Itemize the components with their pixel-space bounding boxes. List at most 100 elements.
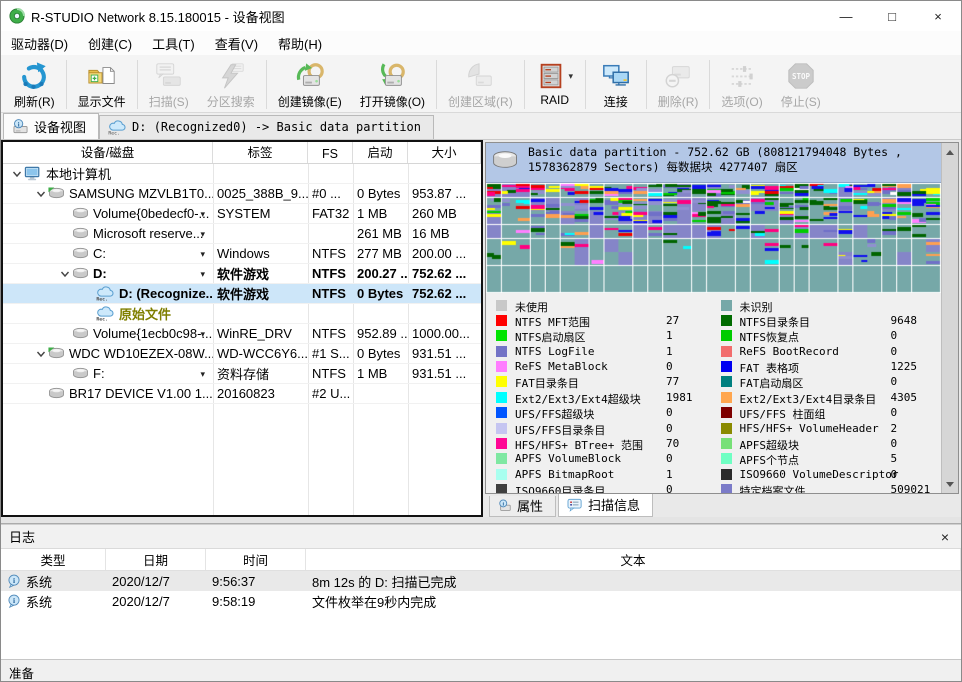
column-header-3[interactable]: 启动: [353, 142, 408, 163]
device-tree-row[interactable]: C:▾WindowsNTFS277 MB200.00 ...: [3, 244, 481, 264]
disk-green-icon: [48, 347, 65, 360]
minimize-icon[interactable]: —: [823, 1, 869, 31]
cell-size: [408, 304, 481, 323]
view-tab-0[interactable]: i设备视图: [3, 113, 99, 139]
expander[interactable]: [57, 269, 72, 279]
expander[interactable]: [33, 349, 48, 359]
toolbar-button-label: 停止(S): [781, 93, 821, 110]
device-tree-panel: ^设备/磁盘 标签 FS 启动大小 本地计算机SAMSUNG MZVLB1T0...0…: [1, 140, 483, 517]
row-dropdown-icon[interactable]: ▾: [200, 329, 205, 340]
device-tree-row[interactable]: Rec.D: (Recognize...软件游戏NTFS0 Bytes752.6…: [3, 284, 481, 304]
legend-count: 0: [666, 483, 673, 494]
device-tree-row[interactable]: D:▾软件游戏NTFS200.27 ...752.62 ...: [3, 264, 481, 284]
legend-count: 0: [891, 329, 898, 342]
row-dropdown-icon[interactable]: ▾: [200, 249, 205, 260]
cell-label: Windows: [213, 244, 308, 263]
rec-icon: Rec.: [96, 286, 115, 301]
maximize-icon[interactable]: □: [869, 1, 915, 31]
cell-boot: 0 Bytes: [353, 344, 408, 363]
scan-panel: Basic data partition - 752.62 GB (808121…: [485, 142, 959, 494]
device-table-header: ^设备/磁盘 标签 FS 启动大小: [3, 142, 481, 164]
horizontal-splitter[interactable]: [1, 517, 961, 524]
log-titlebar: 日志 ×: [1, 525, 961, 549]
close-icon[interactable]: ×: [915, 1, 961, 31]
toolbar-button-open-image[interactable]: 打开镜像(O): [351, 57, 434, 112]
view-tab-1[interactable]: Rec.D: (Recognized0) -> Basic data parti…: [99, 115, 434, 139]
device-tree-row[interactable]: Volume{0bedecf0-...▾SYSTEMFAT321 MB260 M…: [3, 204, 481, 224]
column-header-1[interactable]: 标签: [213, 142, 308, 163]
legend-item: APFS超级块0: [715, 436, 940, 451]
device-tree-row[interactable]: SAMSUNG MZVLB1T0...0025_388B_9...#0 ...0…: [3, 184, 481, 204]
device-tree-row[interactable]: BR17 DEVICE V1.00 1....20160823#2 U...: [3, 384, 481, 404]
device-tree-row[interactable]: F:▾资料存储NTFS1 MB931.51 ...: [3, 364, 481, 384]
log-column-header-2[interactable]: 时间: [206, 549, 306, 570]
legend-color-chip: [721, 438, 732, 449]
legend-color-chip: [496, 484, 507, 494]
scan-scrollbar[interactable]: [941, 143, 958, 493]
cell-fs: [308, 304, 353, 323]
row-dropdown-icon[interactable]: ▾: [200, 209, 205, 220]
cell-size: 16 MB: [408, 224, 481, 243]
scroll-down-icon[interactable]: [942, 476, 958, 492]
cell-boot: 1 MB: [353, 364, 408, 383]
create-image-icon: [295, 60, 325, 92]
column-header-2[interactable]: FS: [308, 142, 353, 163]
toolbar-button-refresh[interactable]: 刷新(R): [5, 57, 64, 112]
expander[interactable]: [33, 189, 48, 199]
options-icon: [727, 60, 757, 92]
legend-item: FAT启动扇区0: [715, 374, 940, 389]
toolbar-button-show-files[interactable]: 显示文件: [69, 57, 135, 112]
cell-boot: [353, 164, 408, 183]
legend-item: NTFS恢复点0: [715, 328, 940, 343]
row-dropdown-icon[interactable]: ▾: [200, 369, 205, 380]
scan-tab-1[interactable]: 扫描信息: [558, 494, 653, 517]
menu-item-0[interactable]: 驱动器(D): [1, 31, 78, 56]
legend-color-chip: [496, 376, 507, 387]
menu-item-1[interactable]: 创建(C): [78, 31, 142, 56]
device-tree-row[interactable]: 本地计算机: [3, 164, 481, 184]
cell-boot: 200.27 ...: [353, 264, 408, 283]
row-dropdown-icon[interactable]: ▾: [200, 229, 205, 240]
cell-fs: [308, 224, 353, 243]
legend-label: ISO9660目录条目: [515, 483, 605, 494]
log-row[interactable]: i系统2020/12/79:56:378m 12s 的 D: 扫描已完成: [1, 571, 961, 591]
toolbar-button-raid[interactable]: ▾RAID: [527, 57, 583, 112]
toolbar-button-create-image[interactable]: 创建镜像(E): [269, 57, 351, 112]
menu-item-4[interactable]: 帮助(H): [268, 31, 332, 56]
scroll-up-icon[interactable]: [942, 144, 958, 160]
legend-label: 特定档案文件: [740, 483, 806, 494]
disk-green-icon: [48, 187, 65, 200]
legend-count: 0: [891, 375, 898, 388]
device-tree-row[interactable]: Rec.原始文件: [3, 304, 481, 324]
device-tree-row[interactable]: WDC WD10EZEX-08W...WD-WCC6Y6...#1 S...0 …: [3, 344, 481, 364]
toolbar-button-create-region: 创建区域(R): [439, 57, 522, 112]
column-header-0[interactable]: ^设备/磁盘: [3, 142, 213, 163]
log-row[interactable]: i系统2020/12/79:58:19文件枚举在9秒内完成: [1, 591, 961, 611]
log-column-header-0[interactable]: 类型: [1, 549, 106, 570]
column-header-4[interactable]: 大小: [408, 142, 481, 163]
cell-fs: FAT32: [308, 204, 353, 223]
scan-block-map[interactable]: [486, 183, 941, 293]
toolbar-button-connect[interactable]: 连接: [588, 57, 644, 112]
scan-tab-0[interactable]: i属性: [489, 496, 556, 517]
log-panel: 日志 × 类型日期时间文本 i系统2020/12/79:56:378m 12s …: [1, 524, 961, 659]
column-header-label: FS: [322, 147, 338, 161]
rec-icon: Rec.: [108, 120, 127, 135]
log-close-icon[interactable]: ×: [937, 529, 953, 545]
legend-count: 0: [891, 345, 898, 358]
menu-item-2[interactable]: 工具(T): [142, 31, 205, 56]
raid-dropdown-icon[interactable]: ▾: [568, 71, 573, 82]
legend-count: 1: [666, 329, 673, 342]
device-tree-row[interactable]: Volume{1ecb0c98-...▾WinRE_DRVNTFS952.89 …: [3, 324, 481, 344]
column-header-label: 标签: [247, 142, 272, 161]
expander[interactable]: [9, 169, 24, 179]
cell-size: [408, 164, 481, 183]
log-column-header-3[interactable]: 文本: [306, 549, 961, 570]
cell-boot: 0 Bytes: [353, 184, 408, 203]
legend-count: 27: [666, 314, 679, 327]
row-dropdown-icon[interactable]: ▾: [200, 269, 205, 280]
menu-item-3[interactable]: 查看(V): [205, 31, 268, 56]
device-tree-row[interactable]: Microsoft reserve...▾261 MB16 MB: [3, 224, 481, 244]
legend-item: ISO9660目录条目 0: [490, 482, 715, 494]
log-column-header-1[interactable]: 日期: [106, 549, 206, 570]
